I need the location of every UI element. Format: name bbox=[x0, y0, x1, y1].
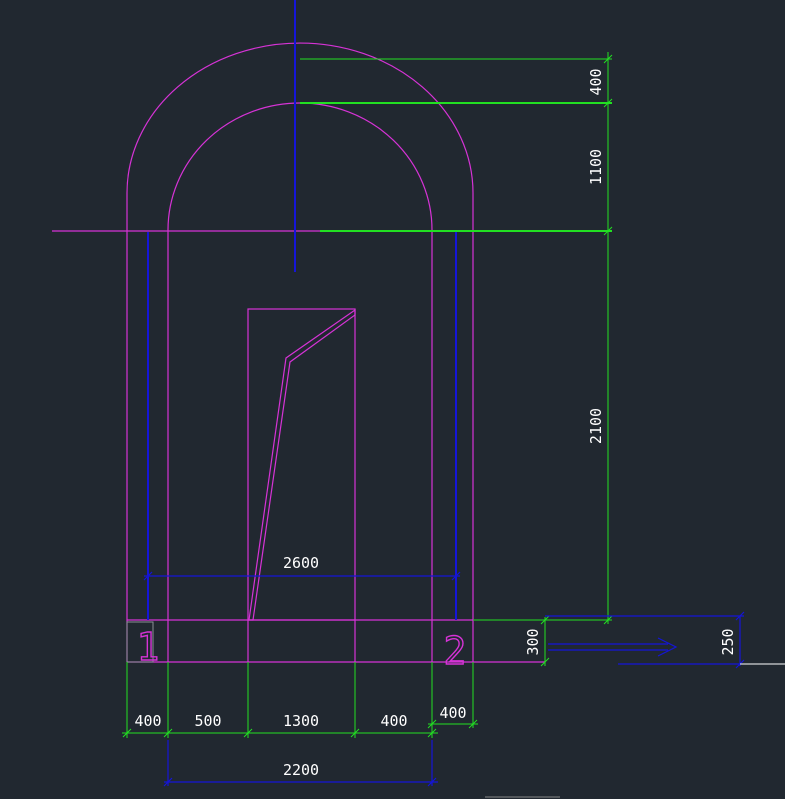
label-arch-thickness: 400 bbox=[587, 68, 605, 95]
cad-drawing-canvas[interactable]: 400 1100 2100 2600 300 250 400 500 1300 … bbox=[0, 0, 785, 799]
arrow-head bbox=[657, 637, 678, 657]
dimension-labels: 400 1100 2100 2600 300 250 400 500 1300 … bbox=[134, 68, 737, 779]
door-leaf-shape bbox=[248, 308, 356, 621]
marker-right: 2 bbox=[444, 629, 467, 673]
outer-arch bbox=[126, 42, 474, 194]
label-arch-rise: 1100 bbox=[587, 149, 605, 185]
door-panel bbox=[247, 308, 356, 621]
marker-left: 1 bbox=[137, 625, 160, 669]
label-seg-left-gap: 500 bbox=[194, 712, 221, 730]
label-seg-right-gap: 400 bbox=[380, 712, 407, 730]
label-opening-width: 2600 bbox=[283, 554, 319, 572]
label-inner-width: 2200 bbox=[283, 761, 319, 779]
label-seg-window: 1300 bbox=[283, 712, 319, 730]
label-base-depth: 300 bbox=[524, 628, 542, 655]
label-seg-left-wall: 400 bbox=[134, 712, 161, 730]
inner-arch bbox=[167, 102, 433, 231]
label-seg-right-wall: 400 bbox=[439, 704, 466, 722]
label-wall-height: 2100 bbox=[587, 408, 605, 444]
axis-lines bbox=[147, 0, 740, 665]
label-offset-depth: 250 bbox=[719, 628, 737, 655]
blue-dimensions bbox=[143, 571, 745, 787]
